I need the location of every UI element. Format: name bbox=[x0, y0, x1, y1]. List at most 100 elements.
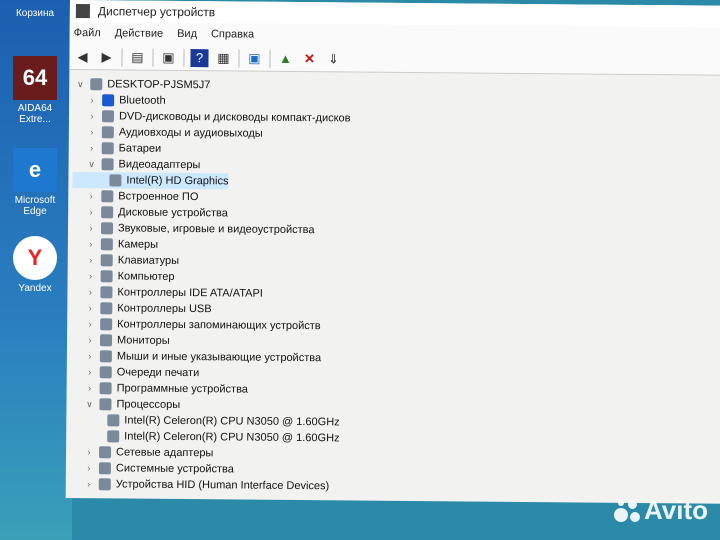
tree-item-label: DVD-дисководы и дисководы компакт-дисков bbox=[118, 110, 351, 125]
expand-chevron-icon[interactable]: › bbox=[82, 447, 96, 457]
tree-item-label: Встроенное ПО bbox=[118, 190, 199, 204]
tree-item-label: Звуковые, игровые и видеоустройства bbox=[117, 222, 315, 237]
tree-item-label: Камеры bbox=[117, 238, 159, 251]
expand-chevron-icon[interactable]: › bbox=[83, 319, 97, 329]
tree-item-label: Intel(R) Celeron(R) CPU N3050 @ 1.60GHz bbox=[124, 414, 340, 429]
device-icon bbox=[101, 158, 114, 171]
menu-view[interactable]: Вид bbox=[177, 28, 197, 40]
expand-chevron-icon[interactable]: › bbox=[85, 127, 99, 137]
edge-shortcut[interactable]: e Microsoft Edge bbox=[6, 148, 64, 217]
device-manager-icon bbox=[75, 4, 90, 19]
device-icon bbox=[100, 222, 114, 235]
expand-chevron-icon[interactable]: › bbox=[85, 111, 99, 121]
shortcut-label: AIDA64 Extre... bbox=[17, 103, 53, 125]
tree-item-label: Аудиовходы и аудиовыходы bbox=[118, 126, 263, 140]
edge-icon: e bbox=[13, 148, 57, 192]
device-icon bbox=[98, 478, 111, 491]
device-icon bbox=[98, 462, 111, 475]
expand-chevron-icon[interactable]: › bbox=[83, 303, 97, 313]
device-icon bbox=[107, 414, 120, 427]
expand-chevron-icon[interactable]: › bbox=[84, 223, 98, 233]
device-icon bbox=[100, 286, 113, 299]
expand-chevron-icon[interactable]: › bbox=[83, 351, 97, 361]
tree-item-label: Клавиатуры bbox=[117, 254, 180, 267]
device-icon bbox=[100, 318, 113, 331]
device-tree: ∨ DESKTOP-PJSM5J7 › Bluetooth › DVD-дисководы… bbox=[70, 76, 720, 498]
device-icon bbox=[100, 270, 113, 283]
menu-file[interactable]: Файл bbox=[74, 27, 101, 39]
shortcut-label: Yandex bbox=[18, 283, 52, 294]
console-tree-icon[interactable]: ▤ bbox=[128, 48, 146, 66]
device-icon bbox=[100, 238, 113, 251]
tree-item-label: Системные устройства bbox=[115, 462, 234, 476]
device-icon bbox=[99, 382, 112, 395]
properties-icon[interactable]: ▣ bbox=[159, 48, 177, 66]
device-icon bbox=[101, 126, 114, 139]
expand-chevron-icon[interactable]: › bbox=[83, 383, 97, 393]
forward-icon[interactable]: ▶ bbox=[97, 48, 115, 66]
collapse-chevron-icon[interactable]: ∨ bbox=[73, 79, 87, 90]
collapse-chevron-icon[interactable]: ∨ bbox=[85, 159, 99, 170]
uninstall-icon[interactable]: ✕ bbox=[300, 50, 318, 68]
tree-item-label: Контроллеры IDE ATA/ATAPI bbox=[117, 286, 263, 300]
view-icon[interactable]: ▦ bbox=[214, 49, 232, 67]
expand-chevron-icon[interactable]: › bbox=[85, 95, 99, 105]
expand-chevron-icon[interactable]: › bbox=[83, 287, 97, 297]
device-icon bbox=[99, 398, 112, 411]
tree-item[interactable]: Intel(R) HD Graphics bbox=[72, 172, 229, 190]
menu-action[interactable]: Действие bbox=[115, 27, 163, 39]
device-icon bbox=[100, 302, 113, 315]
device-icon bbox=[99, 446, 112, 459]
expand-chevron-icon[interactable]: › bbox=[83, 367, 97, 377]
avito-logo-icon bbox=[613, 498, 640, 524]
tree-item-label: Контроллеры USB bbox=[117, 302, 212, 316]
tree-item-label: Контроллеры запоминающих устройств bbox=[117, 318, 321, 333]
device-manager-window: Диспетчер устройств Файл Действие Вид Сп… bbox=[65, 0, 720, 504]
tree-item-label: Intel(R) HD Graphics bbox=[126, 174, 229, 188]
help-icon[interactable]: ? bbox=[190, 48, 209, 67]
tree-item-label: Очереди печати bbox=[116, 366, 200, 380]
expand-chevron-icon[interactable]: › bbox=[83, 335, 97, 345]
update-driver-icon[interactable]: ▲ bbox=[276, 49, 294, 67]
tree-item-label: Мониторы bbox=[116, 334, 170, 347]
scan-monitor-icon[interactable]: ▣ bbox=[245, 49, 263, 67]
device-icon bbox=[99, 334, 113, 347]
window-title: Диспетчер устройств bbox=[97, 4, 216, 20]
collapse-chevron-icon[interactable]: ∨ bbox=[82, 399, 96, 410]
tree-item-label: Устройства HID (Human Interface Devices) bbox=[115, 478, 330, 493]
device-icon bbox=[99, 366, 112, 379]
aida64-icon: 64 bbox=[13, 56, 57, 100]
device-icon bbox=[102, 94, 115, 107]
device-icon bbox=[101, 110, 115, 123]
tree-item-label: Сетевые адаптеры bbox=[116, 446, 214, 460]
tree-item-label: DESKTOP-PJSM5J7 bbox=[107, 78, 211, 92]
recycle-bin-shortcut[interactable]: Корзина bbox=[6, 8, 64, 19]
tree-item-label: Процессоры bbox=[116, 398, 181, 411]
device-icon bbox=[90, 78, 103, 91]
aida64-shortcut[interactable]: 64 AIDA64 Extre... bbox=[6, 56, 64, 125]
shortcut-label: Microsoft Edge bbox=[14, 195, 56, 217]
expand-chevron-icon[interactable]: › bbox=[84, 239, 98, 249]
tree-item-label: Intel(R) Celeron(R) CPU N3050 @ 1.60GHz bbox=[124, 430, 340, 445]
expand-chevron-icon[interactable]: › bbox=[82, 463, 96, 473]
tree-item-label: Видеоадаптеры bbox=[118, 158, 201, 172]
expand-chevron-icon[interactable]: › bbox=[84, 191, 98, 201]
tree-item-label: Программные устройства bbox=[116, 382, 249, 396]
expand-chevron-icon[interactable]: › bbox=[84, 255, 98, 265]
tree-item-label: Батареи bbox=[118, 142, 162, 155]
tree-item-label: Компьютер bbox=[117, 270, 175, 283]
tree-item-label: Мыши и иные указывающие устройства bbox=[116, 350, 322, 365]
yandex-shortcut[interactable]: Y Yandex bbox=[6, 236, 64, 294]
device-icon bbox=[107, 430, 120, 443]
expand-chevron-icon[interactable]: › bbox=[84, 271, 98, 281]
expand-chevron-icon[interactable]: › bbox=[85, 143, 99, 153]
device-icon bbox=[101, 142, 114, 155]
toolbar: ◀ ▶ ▤ ▣ ? ▦ ▣ ▲ ✕ ⇓ bbox=[69, 43, 720, 76]
shortcut-label: Корзина bbox=[15, 8, 55, 19]
avito-watermark: Avito bbox=[613, 495, 708, 526]
back-icon[interactable]: ◀ bbox=[73, 48, 91, 66]
expand-chevron-icon[interactable]: › bbox=[84, 207, 98, 217]
menu-help[interactable]: Справка bbox=[211, 28, 254, 40]
expand-chevron-icon[interactable]: › bbox=[82, 479, 96, 489]
download-icon[interactable]: ⇓ bbox=[324, 50, 342, 68]
